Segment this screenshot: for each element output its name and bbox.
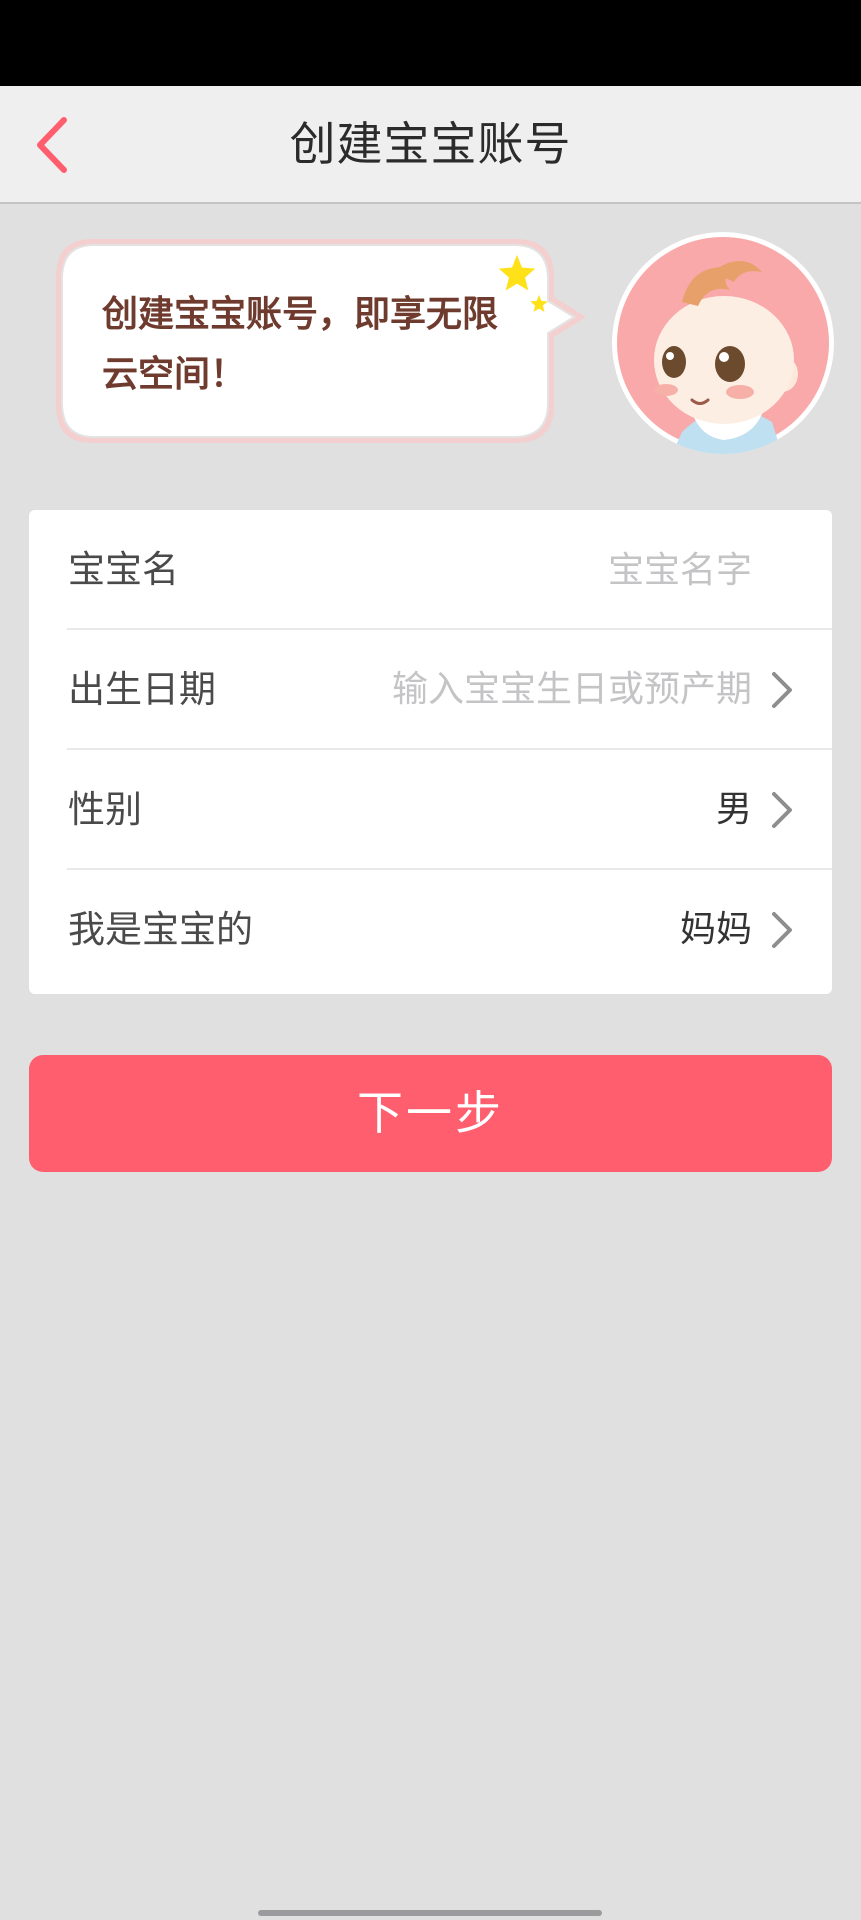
birth-date-label: 出生日期 bbox=[68, 668, 216, 711]
home-indicator[interactable] bbox=[258, 1910, 602, 1916]
birth-date-row[interactable]: 出生日期 输入宝宝生日或预产期 bbox=[29, 630, 832, 750]
speech-bubble: 创建宝宝账号，即享无限云空间！ bbox=[54, 237, 586, 443]
baby-illustration bbox=[612, 232, 834, 454]
star-icon bbox=[530, 294, 548, 312]
status-bar bbox=[0, 0, 861, 86]
gender-value: 男 bbox=[715, 789, 752, 830]
chevron-right-icon bbox=[772, 792, 792, 828]
bubble-message: 创建宝宝账号，即享无限云空间！ bbox=[102, 294, 499, 395]
birth-date-placeholder: 输入宝宝生日或预产期 bbox=[391, 669, 752, 710]
relation-row[interactable]: 我是宝宝的 妈妈 bbox=[29, 870, 832, 990]
baby-info-form: 宝宝名 出生日期 输入宝宝生日或预产期 性别 男 我是宝宝的 妈妈 bbox=[29, 510, 832, 994]
baby-name-row[interactable]: 宝宝名 bbox=[29, 510, 832, 630]
baby-avatar bbox=[612, 232, 834, 454]
nav-bar: 创建宝宝账号 bbox=[0, 86, 861, 204]
chevron-right-icon bbox=[772, 672, 792, 708]
next-step-button[interactable]: 下一步 bbox=[29, 1055, 832, 1172]
relation-value: 妈妈 bbox=[679, 909, 752, 950]
page-title: 创建宝宝账号 bbox=[289, 117, 572, 171]
gender-row[interactable]: 性别 男 bbox=[29, 750, 832, 870]
relation-label: 我是宝宝的 bbox=[68, 908, 253, 951]
chevron-right-icon bbox=[772, 912, 792, 948]
baby-name-label: 宝宝名 bbox=[68, 548, 179, 591]
baby-name-input[interactable] bbox=[392, 540, 752, 600]
gender-label: 性别 bbox=[68, 788, 142, 831]
